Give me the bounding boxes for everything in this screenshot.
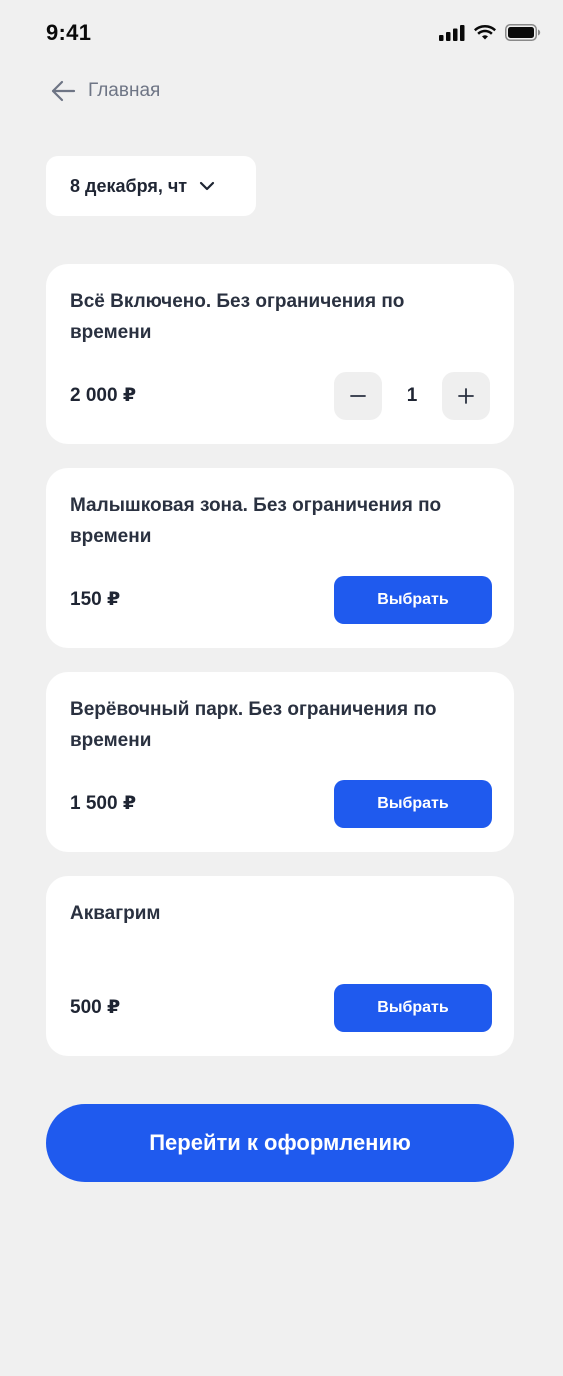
ticket-card: Всё Включено. Без ограничения по времени…	[46, 264, 514, 444]
checkout-button[interactable]: Перейти к оформлению	[46, 1104, 514, 1182]
quantity-stepper: 1	[334, 372, 490, 420]
select-button[interactable]: Выбрать	[334, 576, 492, 624]
select-button[interactable]: Выбрать	[334, 984, 492, 1032]
ticket-price: 500 ₽	[70, 997, 121, 1018]
ticket-title: Верёвочный парк. Без ограничения по врем…	[70, 699, 437, 751]
date-dropdown[interactable]: 8 декабря, чт	[46, 156, 256, 216]
ticket-card: Аквагрим 500 ₽ Выбрать	[46, 876, 514, 1056]
select-button[interactable]: Выбрать	[334, 780, 492, 828]
ticket-price: 2 000 ₽	[70, 385, 137, 406]
ticket-selection-screen: 9:41 Главная 8 декабря, чт Всё Включено.…	[0, 0, 563, 1376]
arrow-left-icon	[51, 80, 76, 102]
back-link[interactable]: Главная	[50, 76, 160, 106]
date-value: 8 декабря, чт	[70, 175, 188, 196]
increment-button[interactable]	[442, 372, 490, 420]
quantity-value: 1	[406, 385, 418, 406]
ticket-price: 1 500 ₽	[70, 793, 137, 814]
back-label: Главная	[88, 80, 161, 101]
ticket-title: Аквагрим	[70, 903, 161, 924]
ticket-title: Малышковая зона. Без ограничения по врем…	[70, 495, 442, 547]
ticket-price: 150 ₽	[70, 589, 121, 610]
ticket-title: Всё Включено. Без ограничения по времени	[70, 291, 405, 343]
status-icons	[439, 24, 541, 41]
wifi-icon	[474, 25, 496, 40]
battery-icon	[505, 24, 541, 41]
decrement-button[interactable]	[334, 372, 382, 420]
minus-icon	[350, 395, 366, 397]
ticket-card: Верёвочный парк. Без ограничения по врем…	[46, 672, 514, 852]
chevron-down-icon	[200, 181, 215, 191]
status-time: 9:41	[46, 20, 92, 45]
plus-icon	[458, 388, 474, 404]
signal-icon	[439, 24, 465, 41]
status-bar: 9:41	[0, 0, 563, 70]
ticket-card: Малышковая зона. Без ограничения по врем…	[46, 468, 514, 648]
